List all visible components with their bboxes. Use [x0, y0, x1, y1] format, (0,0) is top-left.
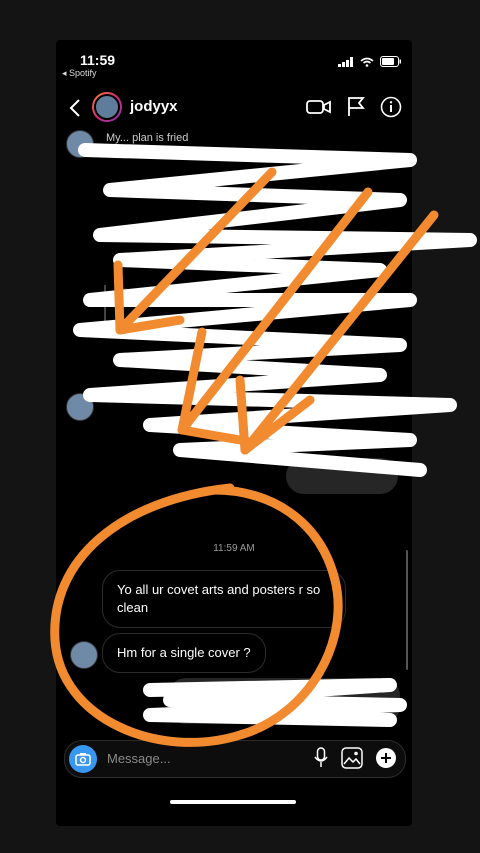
- status-bar: 11:59 ◂ Spotify: [56, 40, 412, 84]
- home-indicator: [170, 800, 296, 804]
- camera-icon[interactable]: [69, 745, 97, 773]
- battery-icon: [380, 54, 402, 72]
- scribbled-message: My... plan is fried: [106, 132, 189, 144]
- signal-icon: [338, 54, 354, 72]
- chat-header: jodyyx: [56, 90, 412, 126]
- wifi-icon: [360, 54, 374, 72]
- plus-icon[interactable]: [375, 747, 397, 774]
- received-message: Yo all ur covet arts and posters r so cl…: [102, 570, 346, 628]
- video-call-icon[interactable]: [306, 96, 332, 123]
- sent-message: [168, 678, 400, 724]
- message-composer: [64, 740, 406, 778]
- avatar: [70, 641, 98, 669]
- chevron-left-icon[interactable]: [66, 96, 86, 120]
- heart-icon: ♡: [286, 509, 296, 521]
- gallery-icon[interactable]: [341, 747, 363, 774]
- status-time: 11:59: [80, 52, 116, 68]
- avatar: [66, 130, 94, 158]
- message-input[interactable]: [105, 750, 289, 767]
- story-reply-label: plied to your story: [118, 287, 190, 297]
- story-reply-bar: [104, 285, 106, 325]
- microphone-icon[interactable]: [313, 747, 329, 774]
- sent-message: [286, 458, 398, 494]
- composer-actions: [313, 747, 397, 774]
- message-timestamp: 11:59 AM: [213, 543, 255, 554]
- chat-thread: My... plan is fried plied to your story …: [56, 130, 412, 740]
- scrollbar[interactable]: [406, 550, 408, 670]
- status-icons: [338, 54, 402, 72]
- avatar: [66, 393, 94, 421]
- info-icon[interactable]: [380, 96, 402, 123]
- username[interactable]: jodyyx: [130, 98, 178, 115]
- received-message: Hm for a single cover ?: [102, 633, 266, 673]
- back-to-app-link[interactable]: ◂ Spotify: [62, 68, 97, 79]
- flag-icon[interactable]: [346, 96, 366, 123]
- phone-screen: 11:59 ◂ Spotify jodyyx My... plan is fri…: [56, 40, 412, 826]
- header-actions: [306, 96, 402, 123]
- avatar[interactable]: [92, 92, 122, 122]
